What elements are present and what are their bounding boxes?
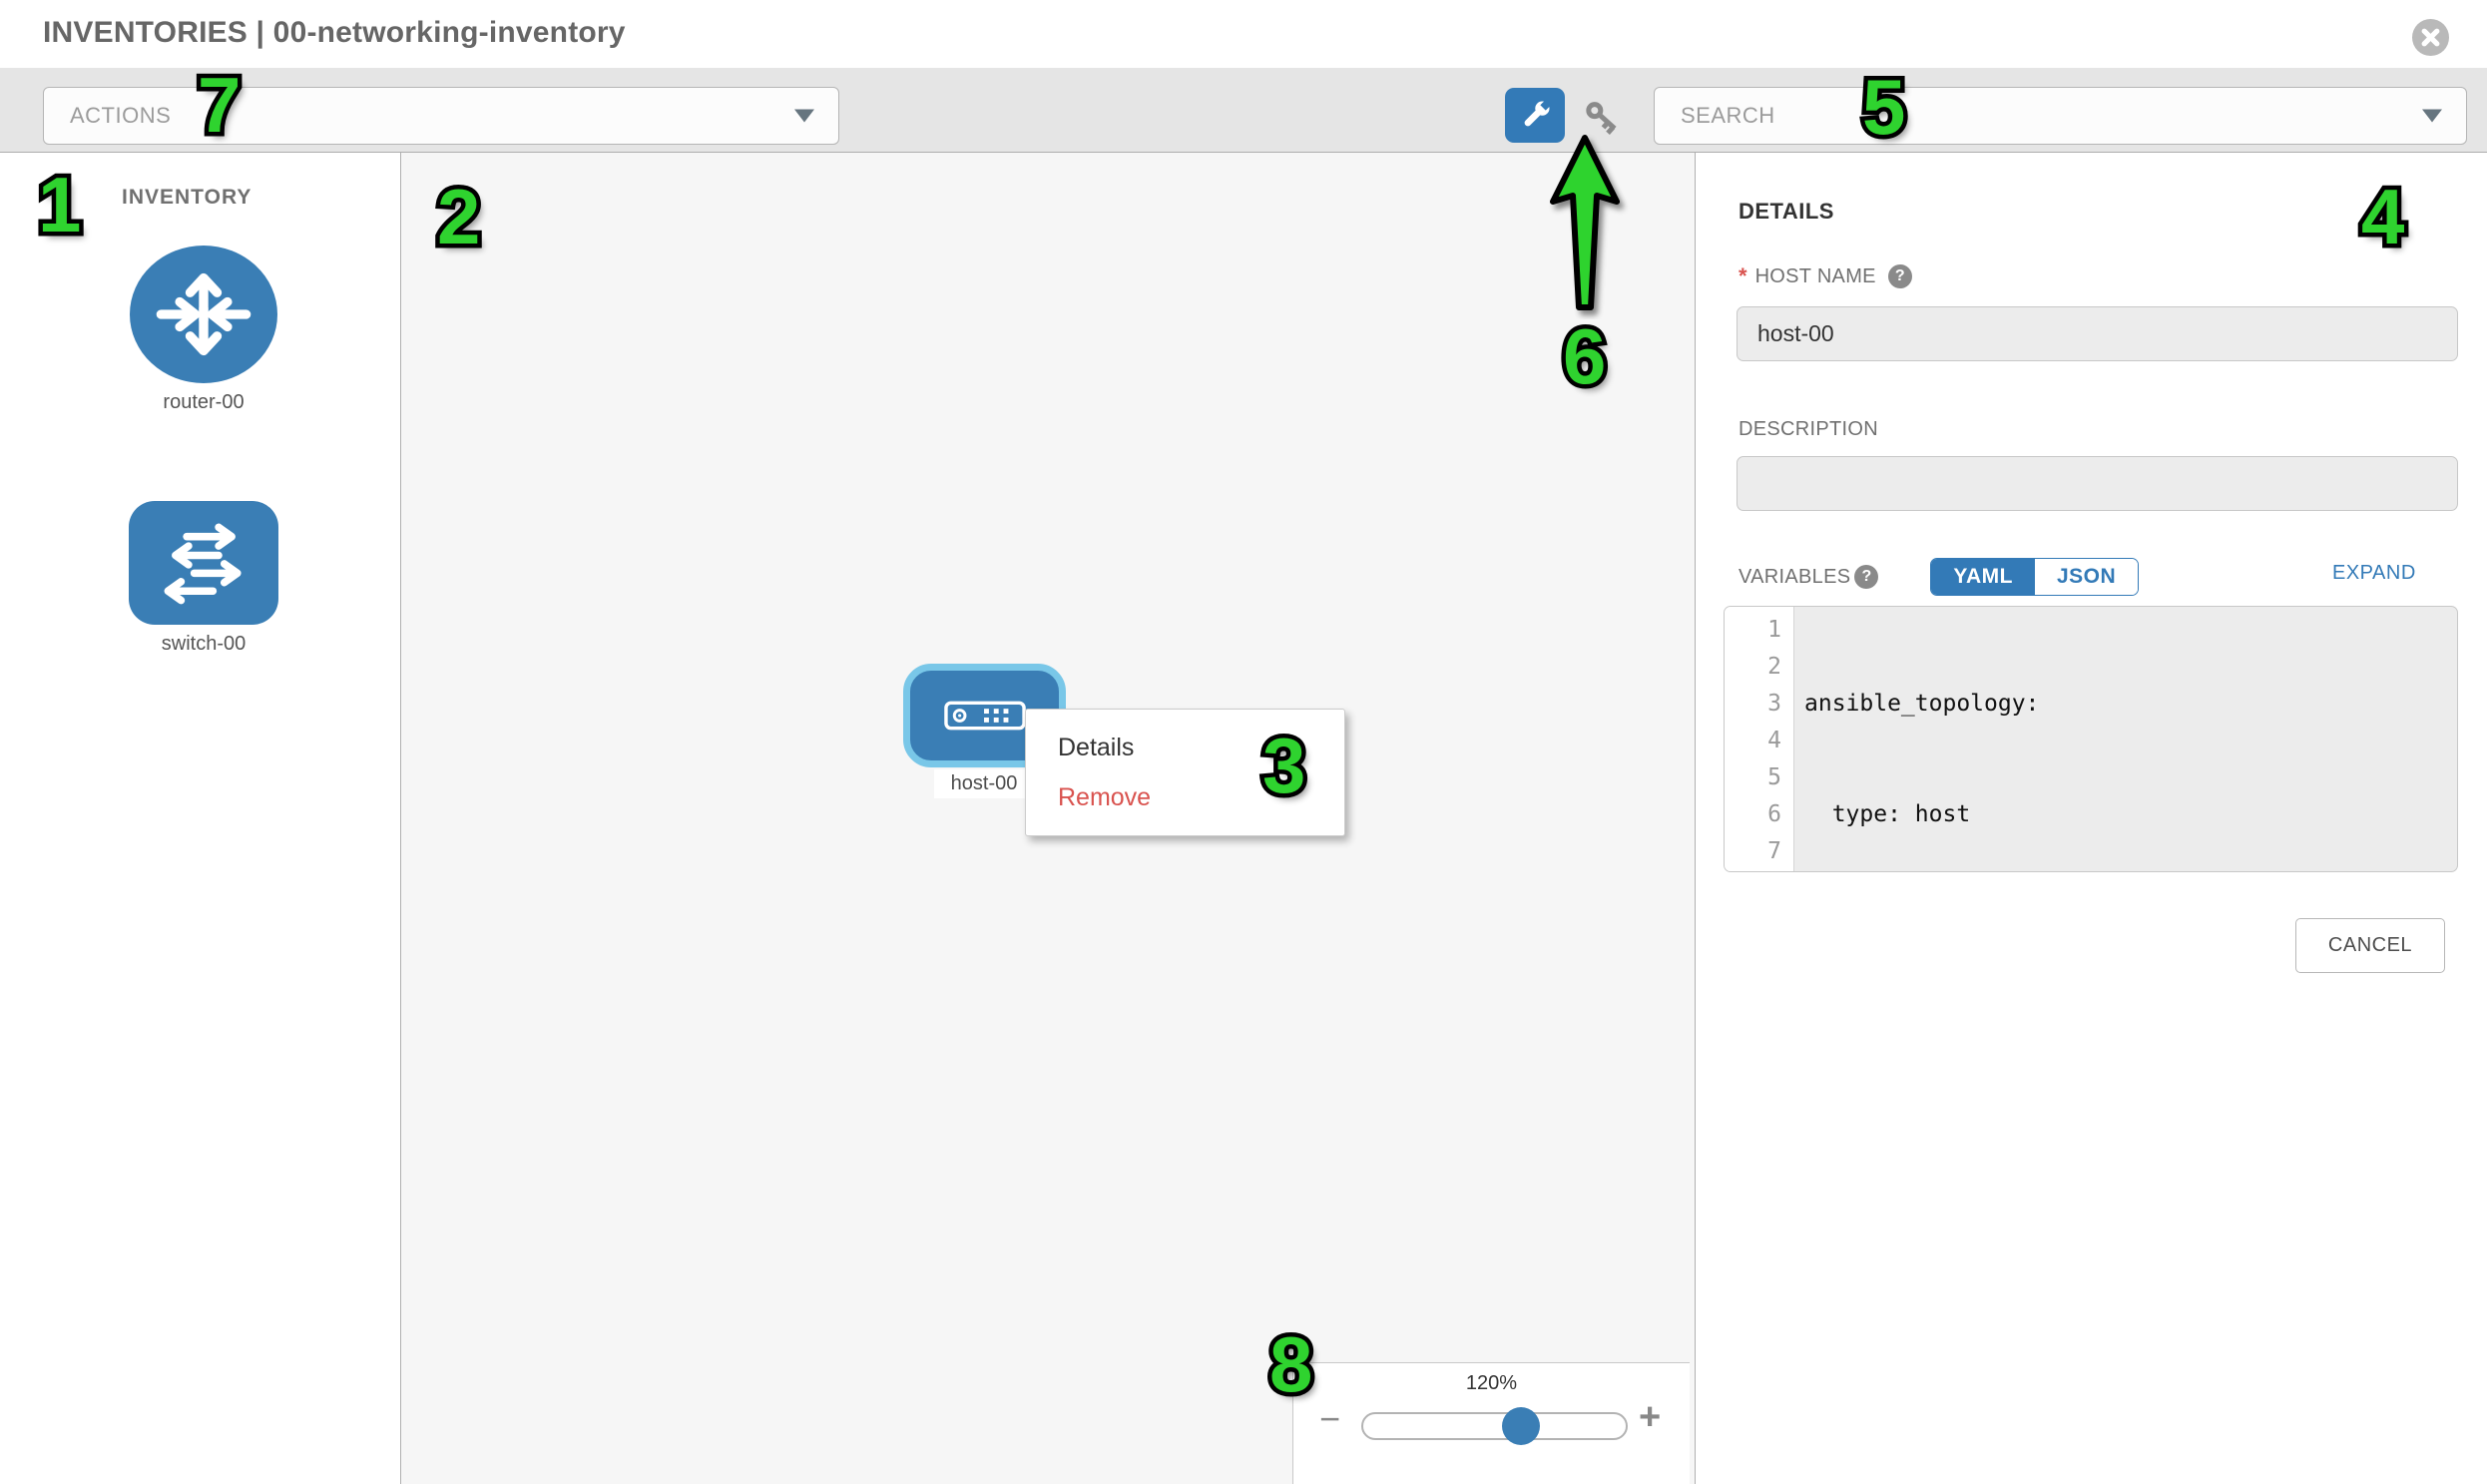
host-name-label: HOST NAME xyxy=(1755,265,1876,288)
annotation-number-3: 3 xyxy=(1262,721,1305,811)
chevron-down-icon xyxy=(2422,110,2442,123)
toggle-yaml-button[interactable]: YAML xyxy=(1931,559,2035,595)
annotation-number-4: 4 xyxy=(2361,172,2404,262)
header-bar: INVENTORIES | 00-networking-inventory xyxy=(0,0,2487,68)
line-number: 2 xyxy=(1725,649,1781,686)
zoom-in-button[interactable]: + xyxy=(1639,1397,1661,1437)
palette-item-label: switch-00 xyxy=(128,633,279,656)
topology-canvas[interactable]: host-00 Details Remove 120% − + xyxy=(401,153,1696,1484)
router-shape[interactable] xyxy=(130,246,277,383)
details-panel-title: DETAILS xyxy=(1739,199,1834,225)
wrench-icon xyxy=(1516,97,1554,135)
code-line: ansible_topology: xyxy=(1804,686,2457,723)
help-icon[interactable]: ? xyxy=(1888,264,1912,288)
variables-code-editor[interactable]: 1 2 3 4 5 6 7 ansible_topology: type: ho… xyxy=(1724,606,2458,872)
zoom-slider-track[interactable] xyxy=(1361,1412,1628,1440)
router-icon xyxy=(152,262,255,366)
variables-label: VARIABLES xyxy=(1739,566,1850,589)
search-dropdown-label: SEARCH xyxy=(1681,103,1775,129)
toggle-json-button[interactable]: JSON xyxy=(2035,559,2138,595)
variables-label-row: VARIABLES ? YAML JSON xyxy=(1739,558,2139,596)
line-number: 7 xyxy=(1725,833,1781,870)
cancel-button[interactable]: CANCEL xyxy=(2295,918,2445,973)
search-dropdown[interactable]: SEARCH xyxy=(1654,87,2467,145)
switch-shape[interactable] xyxy=(129,501,278,625)
line-number: 6 xyxy=(1725,796,1781,833)
expand-link[interactable]: EXPAND xyxy=(2332,562,2416,585)
palette-item-switch[interactable]: switch-00 xyxy=(128,501,279,656)
chevron-down-icon xyxy=(794,110,814,123)
actions-dropdown[interactable]: ACTIONS xyxy=(43,87,839,145)
annotation-number-2: 2 xyxy=(437,172,480,262)
details-panel: DETAILS * HOST NAME ? DESCRIPTION VARIAB… xyxy=(1697,153,2487,1484)
zoom-out-button[interactable]: − xyxy=(1319,1401,1340,1437)
actions-dropdown-label: ACTIONS xyxy=(70,103,171,129)
line-number: 5 xyxy=(1725,759,1781,796)
host-name-input[interactable] xyxy=(1737,306,2458,361)
description-input[interactable] xyxy=(1737,456,2458,511)
zoom-control: 120% − + xyxy=(1292,1362,1690,1484)
close-button[interactable] xyxy=(2412,19,2449,56)
code-line-numbers: 1 2 3 4 5 6 7 xyxy=(1725,607,1794,871)
annotation-number-6: 6 xyxy=(1563,311,1606,402)
code-content[interactable]: ansible_topology: type: host name: host-… xyxy=(1794,607,2457,871)
breadcrumb: INVENTORIES | 00-networking-inventory xyxy=(43,16,626,50)
annotation-arrow-up xyxy=(1541,130,1631,319)
code-line: type: host xyxy=(1804,796,2457,833)
palette-item-label: router-00 xyxy=(128,391,279,414)
host-name-label-row: * HOST NAME ? xyxy=(1739,263,1912,289)
switch-icon xyxy=(154,516,253,610)
inventory-palette-title: INVENTORY xyxy=(122,186,251,210)
description-label: DESCRIPTION xyxy=(1739,418,1878,441)
required-asterisk: * xyxy=(1739,263,1747,289)
annotation-number-7: 7 xyxy=(198,60,241,151)
toolbar: ACTIONS SEARCH xyxy=(0,68,2487,153)
variables-format-toggle: YAML JSON xyxy=(1930,558,2139,596)
host-icon xyxy=(944,701,1026,731)
line-number: 3 xyxy=(1725,686,1781,723)
zoom-slider-thumb[interactable] xyxy=(1502,1407,1540,1445)
host-node-label: host-00 xyxy=(934,769,1034,798)
annotation-number-5: 5 xyxy=(1862,62,1905,153)
palette-item-router[interactable]: router-00 xyxy=(128,246,279,414)
annotation-number-1: 1 xyxy=(38,160,81,250)
line-number: 1 xyxy=(1725,612,1781,649)
zoom-level-value: 120% xyxy=(1293,1372,1690,1395)
annotation-number-8: 8 xyxy=(1269,1319,1312,1410)
line-number: 4 xyxy=(1725,723,1781,759)
help-icon[interactable]: ? xyxy=(1854,565,1878,589)
close-icon xyxy=(2420,27,2441,48)
